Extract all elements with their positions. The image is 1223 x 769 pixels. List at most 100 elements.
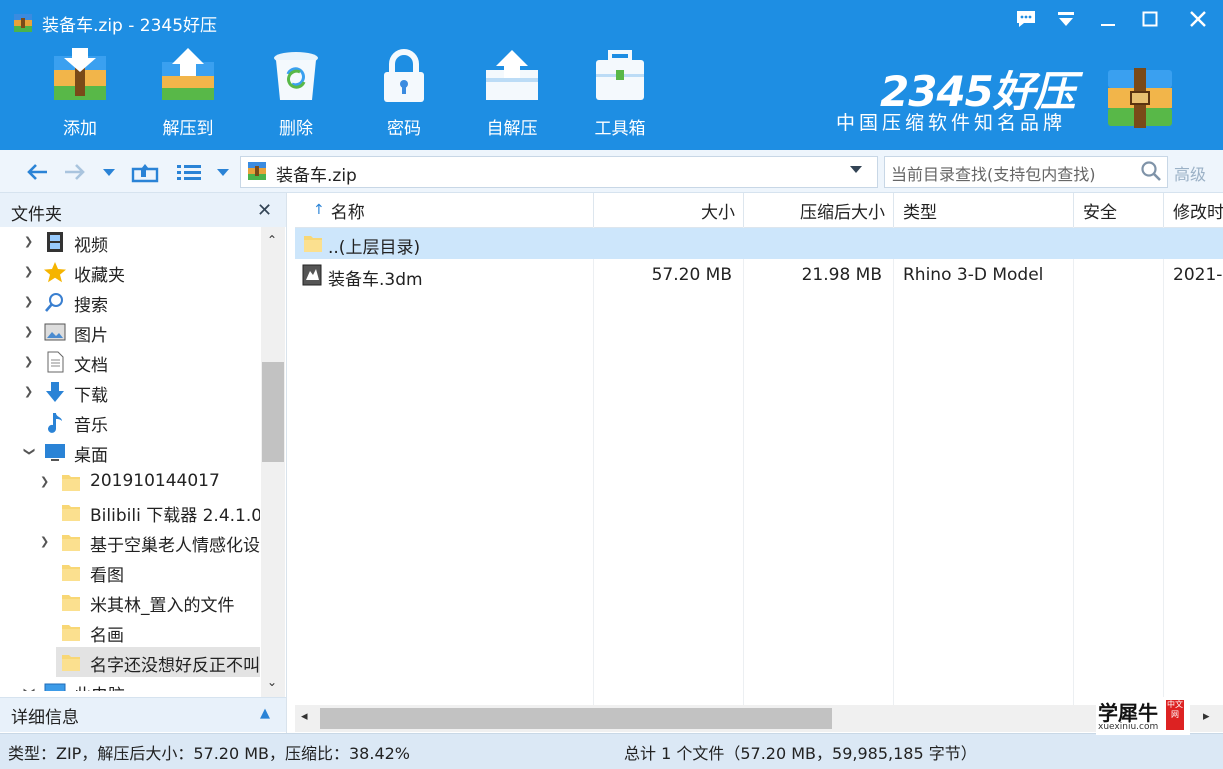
collapse-arrow-icon[interactable]: ❮ [22,687,35,691]
scroll-left-icon[interactable]: ◂ [301,709,308,724]
forward-arrow-icon[interactable] [60,158,90,186]
sidebar-item-label: 米其林_置入的文件 [90,596,235,616]
file-size: 57.20 MB [651,265,732,285]
sidebar-item[interactable]: 音乐 [0,407,260,437]
close-icon[interactable] [1180,4,1216,34]
sidebar-item[interactable]: ❯ 文档 [0,347,260,377]
folder-icon [60,591,82,613]
folder-icon [60,651,82,673]
sidebar-item[interactable]: ❯ 201910144017 [0,467,260,497]
search-icon[interactable] [1140,160,1162,182]
address-dropdown-icon[interactable] [848,163,864,175]
zip-archive-icon [248,162,266,180]
expand-arrow-icon[interactable]: ❯ [24,325,33,338]
sidebar-item[interactable]: ❯ 图片 [0,317,260,347]
sidebar-item-label: 201910144017 [90,471,220,491]
column-divider [593,227,594,705]
feedback-icon[interactable] [1008,4,1044,34]
search-placeholder: 当前目录查找(支持包内查找) [891,165,1096,184]
menu-dropdown-icon[interactable] [1048,4,1084,34]
sidebar-item[interactable]: 看图 [0,557,260,587]
sidebar-item[interactable]: ❮ 桌面 [0,437,260,467]
sidebar-item[interactable]: 名字还没想好反正不叫 [56,647,260,677]
folder-icon [60,621,82,643]
toolbox-button[interactable]: 工具箱 [574,46,666,146]
sidebar-item-label: 名字还没想好反正不叫 [90,656,260,676]
desktop-icon [44,441,66,463]
sidebar-item[interactable]: ❯ 下载 [0,377,260,407]
sidebar-item[interactable]: ❯ 视频 [0,227,260,257]
folder-icon [60,471,82,493]
scroll-up-icon[interactable]: ⌃ [267,233,277,247]
details-toggle-icon[interactable]: ▲ [260,706,270,721]
minimize-icon[interactable] [1090,4,1126,34]
close-panel-icon[interactable]: ✕ [257,200,272,221]
sidebar-item[interactable]: ❯ 搜索 [0,287,260,317]
column-modified[interactable]: 修改时 [1164,193,1223,227]
brand-slogan: 中国压缩软件知名品牌 [836,112,1067,134]
password-button[interactable]: 密码 [358,46,450,146]
sidebar-item-label: 下载 [74,386,108,406]
picture-icon [44,321,66,343]
history-dropdown-icon[interactable] [98,158,120,186]
list-scroll-thumb[interactable] [320,708,832,729]
add-button[interactable]: 添加 [34,46,126,146]
expand-arrow-icon[interactable]: ❯ [40,535,49,548]
column-divider [1073,227,1074,705]
column-packed-size[interactable]: 压缩后大小 [744,193,894,227]
back-arrow-icon[interactable] [22,158,52,186]
delete-button[interactable]: 删除 [250,46,342,146]
sidebar-item[interactable]: Bilibili 下载器 2.4.1.0 [0,497,260,527]
sidebar-item-label: Bilibili 下载器 2.4.1.0 [90,506,260,526]
sidebar-item[interactable]: ❯ 收藏夹 [0,257,260,287]
sidebar-item[interactable]: ❯ 基于空巢老人情感化设 [0,527,260,557]
maximize-icon[interactable] [1132,4,1168,34]
sort-ascending-icon: ↑ [313,202,325,218]
file-name: 装备车.3dm [328,270,423,290]
expand-arrow-icon[interactable]: ❯ [24,265,33,278]
expand-arrow-icon[interactable]: ❯ [24,295,33,308]
password-lock-icon [384,49,424,102]
self-extract-button[interactable]: 自解压 [466,46,558,146]
column-security[interactable]: 安全 [1074,193,1164,227]
tree-scrollbar[interactable]: ⌃ ⌄ [261,227,285,697]
address-text: 装备车.zip [276,166,357,186]
column-type[interactable]: 类型 [894,193,1074,227]
column-size[interactable]: 大小 [594,193,744,227]
app-icon [14,14,32,32]
scroll-right-icon[interactable]: ▸ [1203,709,1210,724]
add-icon [54,48,106,100]
column-divider [893,227,894,705]
file-name: ..(上层目录) [328,238,421,258]
sidebar-item[interactable]: ❮ 此电脑 [0,677,260,691]
expand-arrow-icon[interactable]: ❯ [24,235,33,248]
sidebar-item-label: 收藏夹 [74,266,125,286]
up-folder-icon[interactable] [128,158,162,186]
brand-logo-icon [1108,68,1172,128]
expand-arrow-icon[interactable]: ❯ [24,385,33,398]
sidebar-item[interactable]: 名画 [0,617,260,647]
extract-to-button[interactable]: 解压到 [142,46,234,146]
sidebar-item-label: 搜索 [74,296,108,316]
column-divider [743,227,744,705]
sidebar-item-label: 文档 [74,356,108,376]
view-list-icon[interactable] [172,158,206,186]
toolbox-icon [596,50,644,100]
window-title: 装备车.zip - 2345好压 [42,16,218,36]
collapse-arrow-icon[interactable]: ❮ [22,447,35,456]
column-name[interactable]: ↑ 名称 [295,193,594,227]
computer-icon [44,681,66,691]
tree-scroll-thumb[interactable] [262,362,284,462]
table-row-parent-directory[interactable] [295,228,1223,259]
file-type: Rhino 3-D Model [903,265,1044,285]
sidebar-item-label: 视频 [74,236,108,256]
sidebar-item[interactable]: 米其林_置入的文件 [0,587,260,617]
view-dropdown-icon[interactable] [212,158,234,186]
folder-icon [60,501,82,523]
sidebar-item-label: 音乐 [74,416,108,436]
scroll-down-icon[interactable]: ⌄ [267,675,277,689]
expand-arrow-icon[interactable]: ❯ [24,355,33,368]
advanced-search-button[interactable]: 高级 [1174,161,1206,185]
sidebar-item-label: 基于空巢老人情感化设 [90,536,260,556]
expand-arrow-icon[interactable]: ❯ [40,475,49,488]
